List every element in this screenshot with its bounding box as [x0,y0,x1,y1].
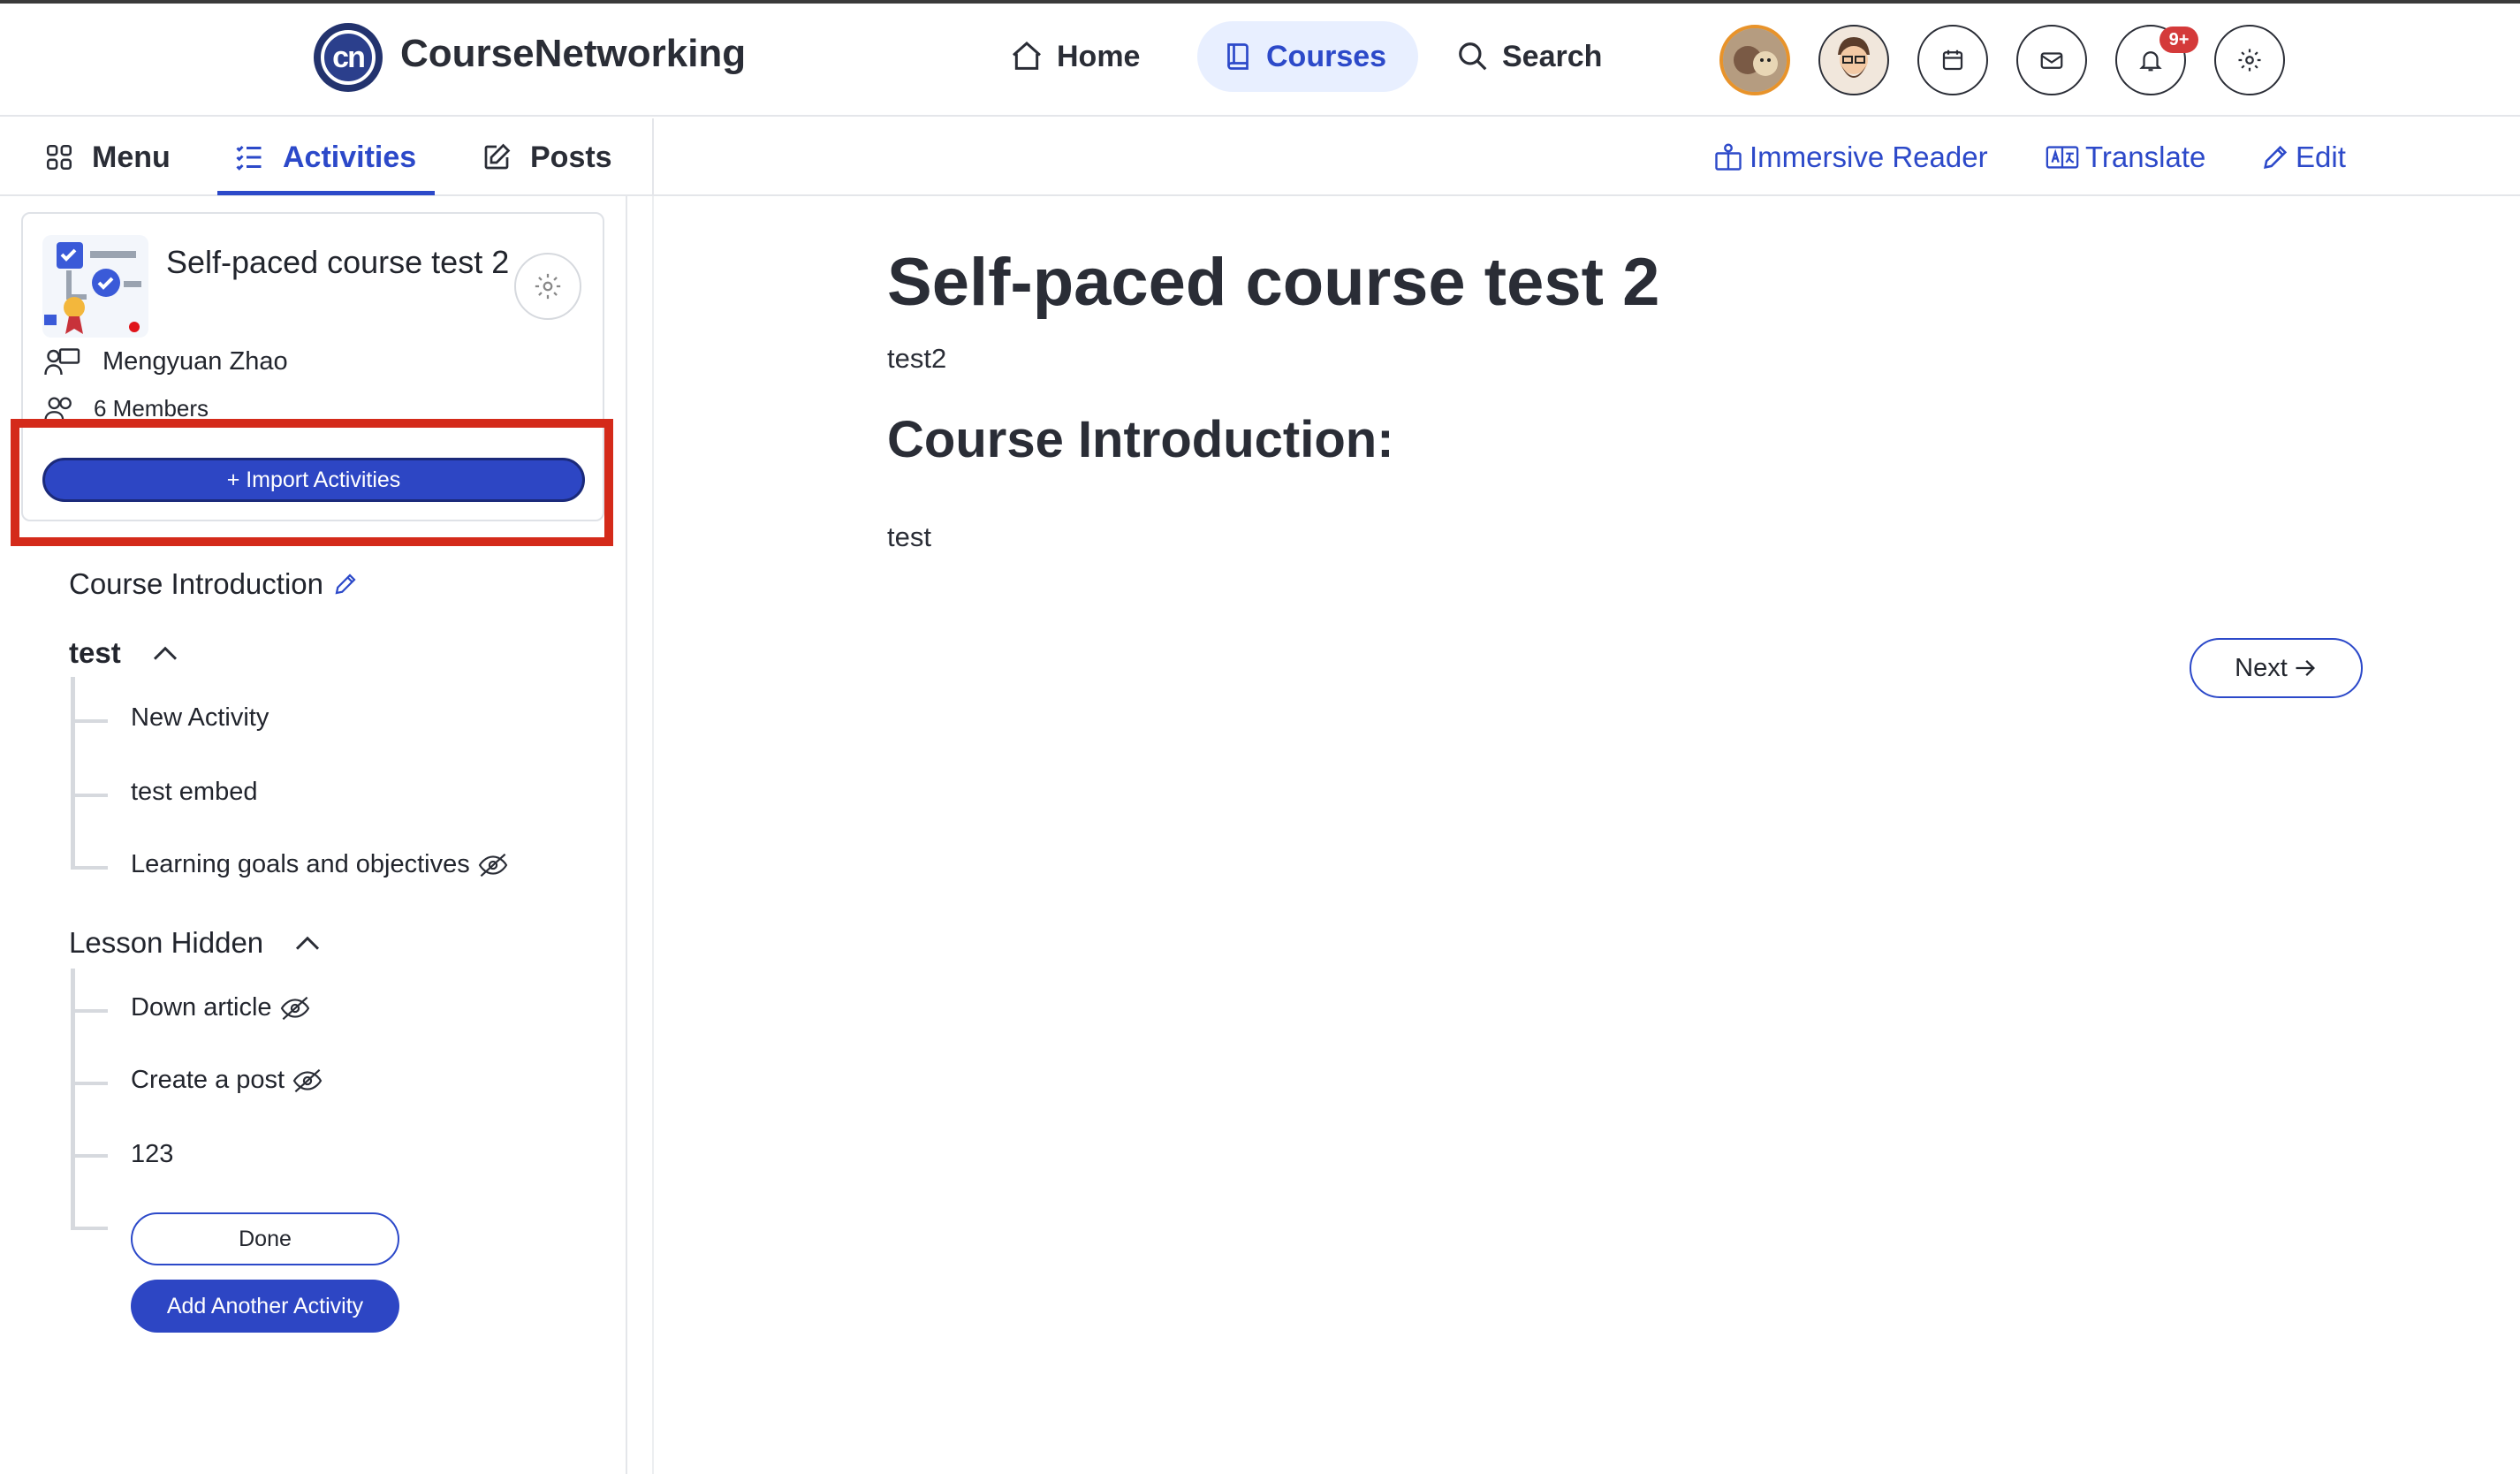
nav-search-label: Search [1502,39,1603,73]
teacher-icon [44,348,80,376]
members-count: 6 Members [94,395,209,422]
nav-courses-label: Courses [1266,39,1387,73]
avatar-pet-image [1723,28,1787,92]
immersive-reader-label: Immersive Reader [1750,141,1988,173]
activity-label: Down article [131,993,272,1022]
brand-name[interactable]: CourseNetworking [400,32,746,76]
tree-tick [72,794,108,797]
page-title: Self-paced course test 2 [887,245,1660,320]
activity-label: Learning goals and objectives [131,850,470,878]
gear-icon [2238,49,2261,72]
course-instructor[interactable]: Mengyuan Zhao [44,346,288,376]
activity-label: New Activity [131,703,269,732]
page-subtitle: test2 [887,343,947,374]
gear-icon [535,273,561,300]
tree-tick [72,866,108,870]
section-title: Lesson Hidden [69,926,264,959]
eye-off-icon [292,1068,323,1092]
course-thumbnail [42,235,148,338]
activity-item[interactable]: New Activity [131,703,269,733]
section-heading: Course Introduction: [887,411,1394,468]
notification-badge: 9+ [2159,27,2198,53]
immersive-reader-icon [1715,143,1742,171]
tree-tick [72,719,108,723]
chevron-up-icon[interactable] [293,934,322,952]
content-border [652,196,654,1474]
next-label: Next [2235,653,2288,682]
avatar-pet[interactable] [1719,25,1790,95]
activity-label: test embed [131,778,258,806]
calendar-button[interactable] [1917,25,1988,95]
section-body: test [887,521,931,552]
next-button[interactable]: Next [2190,638,2363,698]
tab-posts[interactable]: Posts [481,118,612,196]
calendar-icon [1942,49,1963,71]
activity-item[interactable]: 123 [131,1140,173,1169]
search-icon [1459,42,1487,71]
tab-activities-label: Activities [283,140,417,174]
arrow-right-icon [2296,660,2315,676]
tree-tick [72,1009,108,1013]
nav-search[interactable]: Search [1456,21,1602,92]
section-lesson-hidden[interactable]: Lesson Hidden [69,926,322,960]
left-panel-border [626,196,627,1474]
edit-label: Edit [2296,141,2346,173]
nav-home-label: Home [1057,39,1141,73]
translate-button[interactable]: Translate [2045,118,2205,196]
activity-item[interactable]: Down article [131,993,311,1022]
bell-icon [2139,51,2162,72]
tree-tick [72,1227,108,1230]
book-icon [1227,43,1249,70]
tree-tick [72,1082,108,1085]
pencil-icon[interactable] [332,571,359,597]
grid-icon [46,144,72,171]
tree-line [71,677,75,870]
translate-label: Translate [2085,141,2206,173]
tree-tick [72,1154,108,1158]
tab-posts-label: Posts [530,140,612,174]
course-introduction-label: Course Introduction [69,567,323,600]
subnav-divider [652,118,654,196]
settings-button[interactable] [2214,25,2285,95]
translate-icon [2046,146,2079,169]
course-members[interactable]: 6 Members [44,395,209,422]
activity-label: Create a post [131,1066,285,1094]
logo-text: cn [321,30,376,85]
nav-home[interactable]: Home [1009,21,1140,92]
immersive-reader-button[interactable]: Immersive Reader [1712,118,1988,196]
home-icon [1013,41,1041,70]
activity-item[interactable]: Create a post [131,1066,323,1095]
course-settings-button[interactable] [514,253,581,320]
section-title: test [69,636,121,669]
course-title[interactable]: Self-paced course test 2 [166,239,520,286]
mail-icon [2040,52,2063,69]
done-button[interactable]: Done [131,1212,399,1265]
nav-courses[interactable]: Courses [1197,21,1418,92]
instructor-name: Mengyuan Zhao [102,346,288,376]
highlight-box [11,419,613,546]
eye-off-icon [280,996,309,1020]
tab-menu-label: Menu [92,140,171,174]
avatar-user-image [1822,28,1886,92]
tab-activities[interactable]: Activities [233,118,416,196]
chevron-up-icon[interactable] [151,644,179,662]
pencil-icon [2264,145,2288,169]
list-check-icon [236,145,262,171]
activity-item[interactable]: test embed [131,778,257,807]
eye-off-icon [478,853,507,877]
activity-label: 123 [131,1140,174,1168]
members-icon [44,397,72,422]
avatar-user[interactable] [1818,25,1889,95]
add-another-activity-button[interactable]: Add Another Activity [131,1280,399,1333]
active-tab-indicator [217,191,435,195]
edit-button[interactable]: Edit [2260,118,2346,196]
tree-line [71,969,75,1230]
section-test[interactable]: test [69,636,179,670]
course-introduction-link[interactable]: Course Introduction [69,567,359,601]
edit-square-icon [484,143,511,170]
activity-item[interactable]: Learning goals and objectives [131,850,509,879]
logo[interactable]: cn [314,23,383,92]
tab-menu[interactable]: Menu [44,118,171,196]
messages-button[interactable] [2016,25,2087,95]
